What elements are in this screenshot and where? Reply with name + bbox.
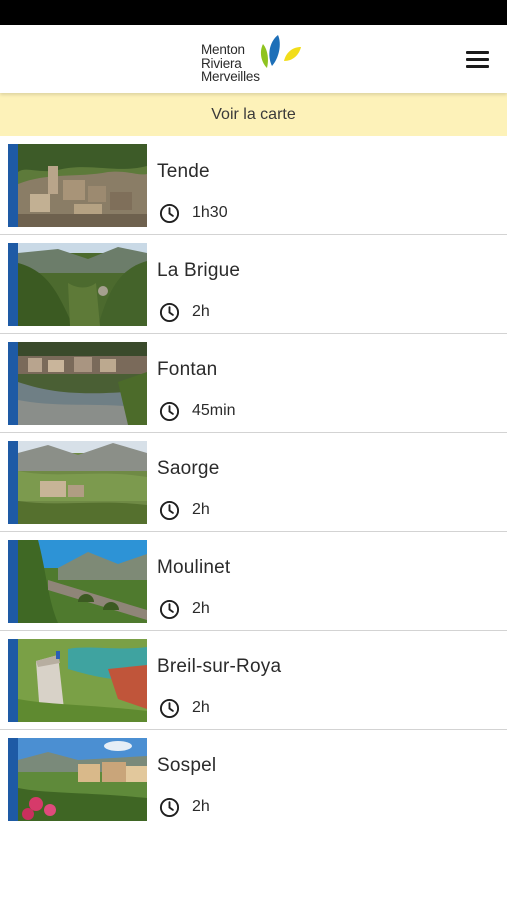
route-thumbnail — [18, 738, 147, 821]
route-list: Tende 1h30 La Brigue 2h Fontan 45min Sao… — [0, 136, 507, 829]
route-name: Fontan — [157, 359, 218, 380]
route-duration-row: 2h — [159, 697, 210, 719]
route-accent-bar — [8, 243, 18, 326]
route-duration-row: 1h30 — [159, 202, 228, 224]
route-name: Tende — [157, 161, 210, 182]
status-bar — [0, 0, 507, 25]
route-duration-row: 2h — [159, 301, 210, 323]
route-duration-row: 2h — [159, 598, 210, 620]
route-item-fontan[interactable]: Fontan 45min — [0, 334, 507, 433]
view-map-button[interactable]: Voir la carte — [0, 93, 507, 136]
route-item-la-brigue[interactable]: La Brigue 2h — [0, 235, 507, 334]
logo-line-2: Riviera — [201, 55, 242, 71]
route-accent-bar — [8, 144, 18, 227]
route-thumbnail — [18, 144, 147, 227]
route-duration: 2h — [192, 798, 210, 815]
route-name: Saorge — [157, 458, 220, 479]
route-accent-bar — [8, 639, 18, 722]
route-item-tende[interactable]: Tende 1h30 — [0, 136, 507, 235]
route-name: Sospel — [157, 755, 217, 776]
route-duration: 2h — [192, 501, 210, 518]
route-name: Moulinet — [157, 557, 231, 578]
logo-leaves-icon — [260, 35, 301, 68]
logo-line-1: Menton — [201, 42, 245, 57]
route-duration: 2h — [192, 303, 210, 320]
clock-icon — [159, 401, 180, 421]
route-duration-row: 2h — [159, 499, 210, 521]
route-thumbnail — [18, 342, 147, 425]
logo-line-3: Merveilles — [201, 69, 260, 84]
route-thumbnail — [18, 540, 147, 623]
route-accent-bar — [8, 738, 18, 821]
route-thumbnail — [18, 441, 147, 524]
route-accent-bar — [8, 342, 18, 425]
route-duration: 45min — [192, 402, 236, 419]
app-header: Menton Riviera Merveilles — [0, 25, 507, 93]
hamburger-menu-icon[interactable] — [466, 49, 490, 69]
clock-icon — [159, 500, 180, 520]
route-duration: 1h30 — [192, 204, 228, 221]
clock-icon — [159, 599, 180, 619]
route-item-sospel[interactable]: Sospel 2h — [0, 730, 507, 829]
route-duration: 2h — [192, 699, 210, 716]
route-thumbnail — [18, 243, 147, 326]
route-duration-row: 45min — [159, 400, 236, 422]
route-accent-bar — [8, 540, 18, 623]
route-item-breil-sur-roya[interactable]: Breil-sur-Roya 2h — [0, 631, 507, 730]
clock-icon — [159, 203, 180, 223]
route-duration: 2h — [192, 600, 210, 617]
route-item-saorge[interactable]: Saorge 2h — [0, 433, 507, 532]
clock-icon — [159, 698, 180, 718]
clock-icon — [159, 797, 180, 817]
view-map-label: Voir la carte — [211, 105, 296, 123]
route-accent-bar — [8, 441, 18, 524]
route-duration-row: 2h — [159, 796, 210, 818]
clock-icon — [159, 302, 180, 322]
route-name: Breil-sur-Roya — [157, 656, 282, 677]
route-item-moulinet[interactable]: Moulinet 2h — [0, 532, 507, 631]
logo[interactable]: Menton Riviera Merveilles — [201, 32, 311, 88]
route-thumbnail — [18, 639, 147, 722]
logo-text: Menton Riviera Merveilles — [201, 43, 260, 84]
route-name: La Brigue — [157, 260, 241, 281]
